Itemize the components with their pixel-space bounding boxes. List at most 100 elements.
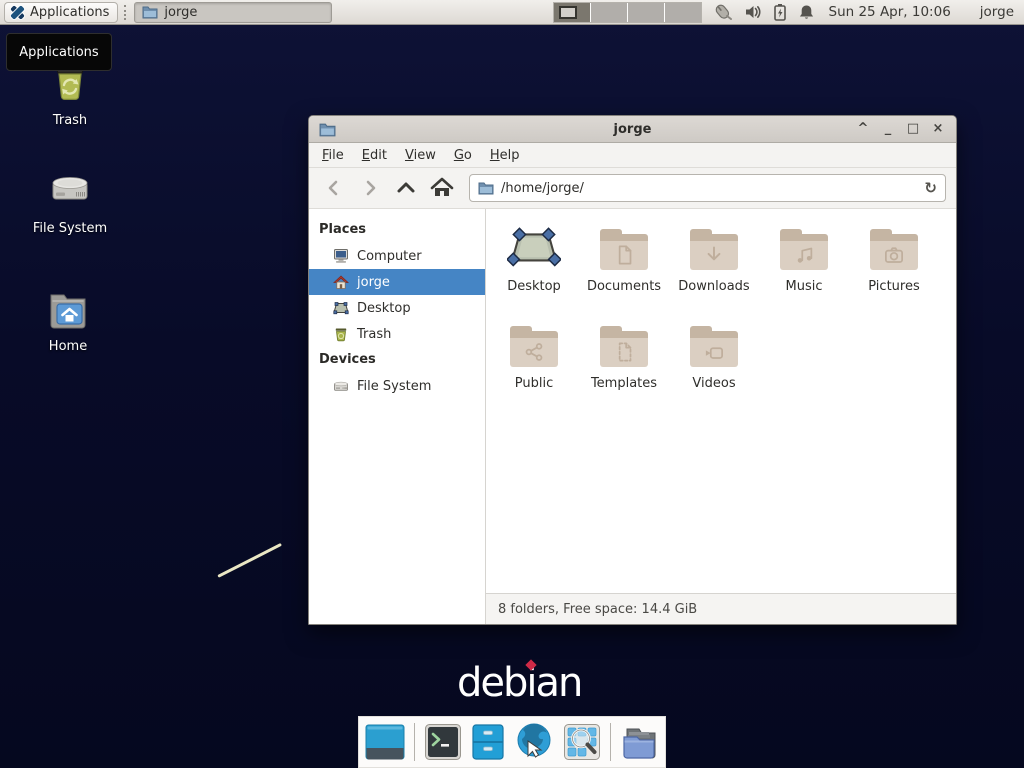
workspace-4[interactable] [665, 3, 701, 22]
sidebar-item-label: Trash [357, 327, 391, 342]
minimize-button[interactable]: _ [880, 121, 896, 137]
workspace-1[interactable] [554, 3, 590, 22]
path-folder-icon [478, 181, 494, 195]
web-browser-icon[interactable] [514, 722, 554, 762]
top-panel: Applications jorge [0, 0, 1024, 25]
home-folder-dock-icon[interactable] [619, 723, 659, 761]
taskbar-window-button[interactable]: jorge [134, 2, 332, 23]
home-button[interactable] [427, 173, 457, 203]
home-folder-icon [44, 288, 92, 332]
maximize-button[interactable]: □ [905, 121, 921, 137]
applications-tooltip: Applications [6, 33, 112, 71]
workspace-2[interactable] [591, 3, 627, 22]
folder-label: Downloads [678, 279, 749, 294]
home-icon [333, 274, 349, 290]
application-finder-icon[interactable] [563, 723, 601, 761]
drive-mini-icon [333, 378, 349, 394]
videos-folder-icon [690, 326, 738, 367]
file-manager-icon[interactable] [471, 723, 505, 761]
sidebar-item-trash[interactable]: Trash [309, 321, 485, 347]
file-manager-window: jorge ^ _ □ × File Edit View Go Help [308, 115, 957, 625]
reload-icon[interactable]: ↻ [924, 179, 937, 197]
desktop-icon-label: Home [49, 339, 87, 354]
menu-view[interactable]: View [396, 146, 445, 165]
sidebar-header-places: Places [309, 217, 485, 243]
up-button[interactable] [391, 173, 421, 203]
path-text[interactable]: /home/jorge/ [501, 181, 917, 196]
folder-item-music[interactable]: Music [759, 223, 849, 320]
sidebar-item-label: jorge [357, 275, 390, 290]
menu-go[interactable]: Go [445, 146, 481, 165]
dock-separator [414, 723, 415, 761]
sidebar: Places Computer [309, 209, 486, 624]
sidebar-header-devices: Devices [309, 347, 485, 373]
sidebar-item-label: Computer [357, 249, 422, 264]
desktop-settings-icon[interactable] [365, 724, 405, 760]
terminal-icon[interactable] [424, 723, 462, 761]
trash-mini-icon [333, 326, 349, 342]
menu-edit[interactable]: Edit [353, 146, 396, 165]
applications-menu-label: Applications [30, 5, 109, 20]
panel-user-actions[interactable]: jorge [980, 4, 1014, 20]
computer-icon [333, 248, 349, 264]
panel-clock[interactable]: Sun 25 Apr, 10:06 [829, 4, 951, 20]
dock-separator [610, 723, 611, 761]
folder-item-documents[interactable]: Documents [579, 223, 669, 320]
battery-charging-icon[interactable] [773, 3, 787, 21]
bottom-dock [358, 716, 666, 768]
window-titlebar[interactable]: jorge ^ _ □ × [309, 116, 956, 143]
statusbar: 8 folders, Free space: 14.4 GiB [486, 593, 956, 624]
workspace-3[interactable] [628, 3, 664, 22]
folder-item-downloads[interactable]: Downloads [669, 223, 759, 320]
pictures-folder-icon [870, 229, 918, 270]
music-folder-icon [780, 229, 828, 270]
shade-button[interactable]: ^ [855, 121, 871, 137]
documents-folder-icon [600, 229, 648, 270]
folder-item-desktop[interactable]: Desktop [489, 223, 579, 320]
applications-menu-button[interactable]: Applications [4, 2, 118, 23]
menu-file[interactable]: File [313, 146, 353, 165]
folder-label: Pictures [868, 279, 919, 294]
desktop-icon-home[interactable]: Home [13, 288, 123, 354]
panel-handle[interactable] [124, 5, 128, 20]
close-button[interactable]: × [930, 121, 946, 137]
debian-logo-text: deb [457, 660, 526, 706]
public-folder-icon [510, 326, 558, 367]
path-bar[interactable]: /home/jorge/ ↻ [469, 174, 946, 202]
folder-item-public[interactable]: Public [489, 320, 579, 417]
system-tray [713, 3, 815, 21]
sidebar-item-jorge[interactable]: jorge [309, 269, 485, 295]
hard-drive-icon [47, 168, 93, 214]
mouse-icon[interactable] [713, 3, 733, 21]
forward-button[interactable] [355, 173, 385, 203]
folder-item-templates[interactable]: Templates [579, 320, 669, 417]
folder-label: Documents [587, 279, 661, 294]
folder-window-icon [142, 5, 158, 19]
file-view[interactable]: Desktop Documents Downloads [486, 209, 956, 593]
desktop-icon-file-system[interactable]: File System [15, 168, 125, 236]
debian-logo: debian [457, 660, 581, 706]
debian-logo-text: an [536, 660, 582, 706]
workspace-pager [553, 2, 702, 23]
statusbar-text: 8 folders, Free space: 14.4 GiB [498, 602, 697, 617]
notifications-bell-icon[interactable] [798, 3, 815, 21]
sidebar-item-label: Desktop [357, 301, 411, 316]
folder-label: Music [786, 279, 823, 294]
toolbar: /home/jorge/ ↻ [309, 168, 956, 209]
sidebar-item-file-system[interactable]: File System [309, 373, 485, 399]
sidebar-item-computer[interactable]: Computer [309, 243, 485, 269]
volume-icon[interactable] [744, 3, 762, 21]
taskbar-window-label: jorge [164, 5, 197, 20]
desktop-special-icon [507, 223, 561, 275]
folder-label: Templates [591, 376, 657, 391]
folder-item-pictures[interactable]: Pictures [849, 223, 939, 320]
folder-label: Public [515, 376, 553, 391]
sidebar-item-desktop[interactable]: Desktop [309, 295, 485, 321]
downloads-folder-icon [690, 229, 738, 270]
folder-label: Desktop [507, 279, 561, 294]
debian-logo-i: i [526, 660, 535, 706]
stylus-stroke-line [217, 543, 282, 578]
back-button[interactable] [319, 173, 349, 203]
menu-help[interactable]: Help [481, 146, 529, 165]
folder-item-videos[interactable]: Videos [669, 320, 759, 417]
